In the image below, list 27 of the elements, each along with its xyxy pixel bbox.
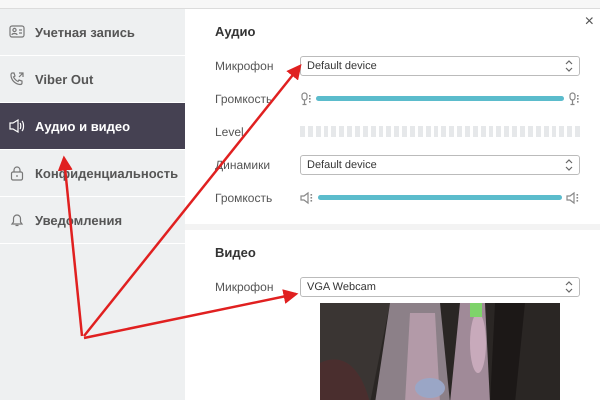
device-dropdown[interactable]: Default device	[300, 154, 580, 174]
field-label: Микрофон	[215, 58, 274, 72]
lock-icon	[10, 166, 24, 181]
field-label: Level	[215, 124, 245, 138]
device-dropdown[interactable]: VGA Webcam	[300, 276, 580, 296]
field-label: Микрофон	[215, 280, 274, 294]
speaker-icon	[566, 190, 580, 204]
volume-slider[interactable]	[318, 195, 562, 200]
field-label: Громкость	[215, 190, 274, 204]
updown-icon	[565, 60, 573, 72]
updown-icon	[565, 158, 573, 170]
sidebar-item[interactable]: Учетная запись	[0, 9, 185, 56]
microphone-icon	[300, 92, 312, 106]
bell-icon	[11, 214, 23, 226]
field-label: Громкость	[215, 92, 274, 106]
microphone-icon	[568, 92, 580, 106]
section-title: Аудио	[215, 24, 256, 39]
updown-icon	[565, 280, 573, 292]
contact-card-icon	[9, 25, 25, 38]
speaker-icon	[300, 190, 314, 204]
sidebar-item[interactable]: Аудио и видео	[0, 103, 185, 150]
speaker-icon	[9, 118, 24, 134]
section-title: Видео	[215, 245, 256, 260]
device-dropdown[interactable]: Default device	[300, 56, 580, 76]
volume-slider[interactable]	[316, 96, 564, 101]
phone-icon	[10, 72, 24, 86]
close-button[interactable]: ×	[582, 13, 596, 31]
